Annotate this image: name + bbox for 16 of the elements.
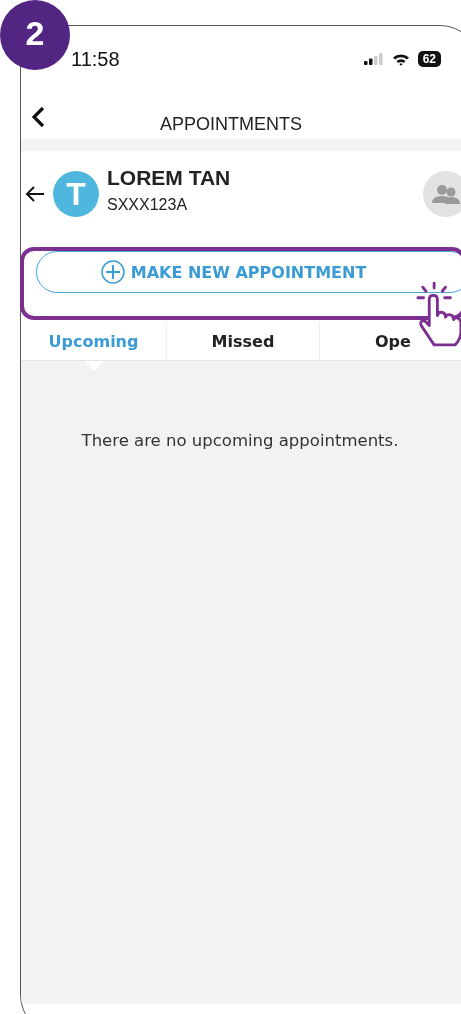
signal-icon [363,53,384,65]
empty-message: There are no upcoming appointments. [80,431,400,450]
screen-title: APPOINTMENTS [160,114,302,135]
back-chevron-icon[interactable] [31,105,45,128]
back-arrow-icon[interactable] [25,186,45,202]
status-time: 11:58 [71,47,120,71]
battery-indicator: 62 [417,51,441,67]
plus-circle-icon [100,260,125,284]
avatar: T [53,171,99,217]
patient-id: SXXX123A [107,196,189,214]
wifi-icon [391,52,410,66]
step-badge: 2 [0,0,70,70]
tab-pointer [83,361,104,371]
people-icon[interactable] [423,171,461,217]
patient-name: LOREM TAN [107,166,232,190]
tab[interactable]: Missed [166,322,320,360]
